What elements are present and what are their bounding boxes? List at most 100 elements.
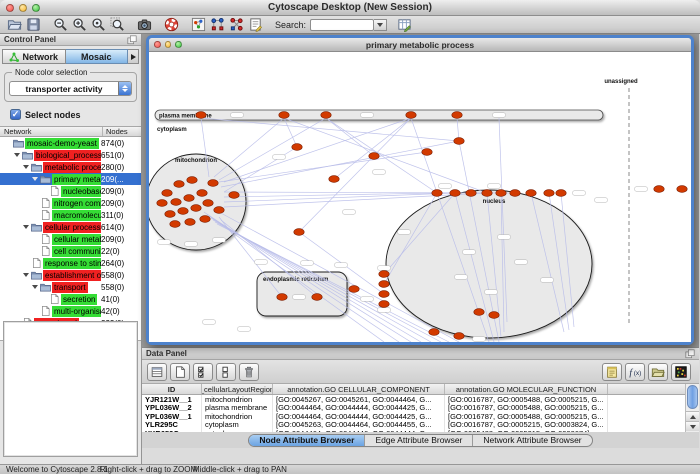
graph-node[interactable]	[292, 144, 302, 151]
layout-nodes-blue-icon[interactable]	[208, 17, 227, 33]
zoom-out-icon[interactable]	[51, 17, 70, 33]
table-column-header[interactable]: ID	[142, 384, 202, 394]
graph-node[interactable]	[174, 181, 184, 188]
table-row[interactable]: YJR121W__1mitochondrion[GO:0045267, GO:0…	[142, 395, 685, 404]
graph-node[interactable]	[379, 271, 389, 278]
tree-row[interactable]: response to stimulu264(0)	[0, 257, 141, 269]
layout-nodes-red-icon[interactable]	[227, 17, 246, 33]
select-nodes-checkbox[interactable]: ✓	[10, 109, 21, 120]
graph-node[interactable]	[312, 294, 322, 301]
scroll-down-icon[interactable]	[686, 421, 699, 431]
graph-node[interactable]	[474, 309, 484, 316]
graph-node[interactable]	[229, 192, 239, 199]
close-button[interactable]	[6, 4, 14, 12]
search-dropdown-button[interactable]	[374, 19, 387, 31]
graph-node[interactable]	[379, 281, 389, 288]
graph-node[interactable]	[208, 180, 218, 187]
graph-node[interactable]	[178, 208, 188, 215]
graph-node[interactable]	[422, 149, 432, 156]
zoom-in-icon[interactable]	[70, 17, 89, 33]
graph-node[interactable]	[496, 190, 506, 197]
graph-node[interactable]	[170, 221, 180, 228]
expander-triangle-icon[interactable]	[22, 273, 30, 277]
snapshot-camera-icon[interactable]	[135, 17, 154, 33]
graph-node[interactable]	[369, 153, 379, 160]
graph-node[interactable]	[677, 186, 687, 193]
table-column-header[interactable]: annotation.GO MOLECULAR_FUNCTION	[445, 384, 608, 394]
tree-row[interactable]: biological_process651(0)	[0, 149, 141, 161]
graph-node[interactable]	[654, 186, 664, 193]
tree-row[interactable]: secretion41(0)	[0, 293, 141, 305]
maximize-button[interactable]	[32, 4, 40, 12]
graph-node[interactable]	[349, 286, 359, 293]
graph-node[interactable]	[526, 190, 536, 197]
graph-node[interactable]	[171, 199, 181, 206]
expander-triangle-icon[interactable]	[31, 285, 39, 289]
expander-triangle-icon[interactable]	[31, 177, 39, 181]
graph-node[interactable]	[556, 190, 566, 197]
graph-node[interactable]	[406, 112, 416, 119]
tree-row[interactable]: transport558(0)	[0, 281, 141, 293]
network-overview-icon[interactable]	[189, 17, 208, 33]
tree-row[interactable]: macromolecule311(0)	[0, 209, 141, 221]
graph-node[interactable]	[165, 211, 175, 218]
table-cell[interactable]: cytoplasm	[202, 429, 273, 432]
graph-node[interactable]	[482, 190, 492, 197]
table-cell[interactable]: YKR052C	[142, 429, 202, 432]
graph-node[interactable]	[203, 200, 213, 207]
import-attributes-icon[interactable]	[648, 363, 668, 381]
expander-triangle-icon[interactable]	[22, 225, 30, 229]
network-window-minimize-button[interactable]	[165, 41, 172, 48]
graph-node[interactable]	[329, 176, 339, 183]
annotation-notes-icon[interactable]	[602, 363, 622, 381]
table-row[interactable]: YPL036W__2plasma membrane[GO:0044464, GO…	[142, 404, 685, 413]
tree-row[interactable]: mosaic-demo-yeast874(0)	[0, 137, 141, 149]
graph-node[interactable]	[379, 291, 389, 298]
graph-node[interactable]	[157, 200, 167, 207]
graph-node[interactable]	[489, 312, 499, 319]
table-column-header[interactable]: _cellularLayoutRegion	[202, 384, 273, 394]
save-session-icon[interactable]	[24, 17, 43, 33]
graph-node[interactable]	[432, 190, 442, 197]
zoom-selected-region-icon[interactable]	[108, 17, 127, 33]
graph-node[interactable]	[544, 190, 554, 197]
graph-node[interactable]	[196, 112, 206, 119]
graph-node[interactable]	[450, 190, 460, 197]
birds-eye-view-panel[interactable]	[3, 321, 138, 457]
network-window-title-bar[interactable]: primary metabolic process	[149, 38, 691, 52]
attribute-editor-icon[interactable]	[395, 17, 414, 33]
graph-node[interactable]	[279, 112, 289, 119]
tree-row[interactable]: establishment of lo558(0)	[0, 269, 141, 281]
tree-row[interactable]: nitrogen compo209(0)	[0, 197, 141, 209]
tab-edge-attribute-browser[interactable]: Edge Attribute Browser	[365, 435, 473, 446]
matrix-view-icon[interactable]	[671, 363, 691, 381]
network-window-close-button[interactable]	[154, 41, 161, 48]
graph-node[interactable]	[510, 190, 520, 197]
tree-row[interactable]: cellular process614(0)	[0, 221, 141, 233]
delete-attribute-icon[interactable]	[239, 363, 259, 381]
select-attributes-icon[interactable]	[193, 363, 213, 381]
zoom-fit-icon[interactable]	[89, 17, 108, 33]
tab-mosaic[interactable]: Mosaic	[66, 49, 129, 64]
tree-header-nodes[interactable]: Nodes	[103, 127, 141, 136]
tree-row[interactable]: primary metabo209(...	[0, 173, 141, 185]
unselect-attributes-icon[interactable]	[216, 363, 236, 381]
graph-node[interactable]	[294, 229, 304, 236]
tree-row[interactable]: multi-organism pro42(0)	[0, 305, 141, 317]
help-lifesaver-icon[interactable]	[162, 17, 181, 33]
table-row[interactable]: YLR295Ccytoplasm[GO:0045263, GO:0044464,…	[142, 421, 685, 430]
network-window-maximize-button[interactable]	[175, 41, 182, 48]
node-color-select[interactable]: transporter activity	[9, 81, 132, 96]
new-attribute-icon[interactable]	[170, 363, 190, 381]
graph-node[interactable]	[200, 216, 210, 223]
graph-node[interactable]	[429, 329, 439, 336]
tab-node-attribute-browser[interactable]: Node Attribute Browser	[249, 435, 365, 446]
network-canvas[interactable]: plasma membranecytoplasmmitochondrionnuc…	[149, 52, 691, 342]
expander-triangle-icon[interactable]	[13, 153, 21, 157]
graph-node[interactable]	[191, 205, 201, 212]
open-file-icon[interactable]	[5, 17, 24, 33]
graph-node[interactable]	[454, 138, 464, 145]
scroll-up-icon[interactable]	[686, 411, 699, 421]
graph-node[interactable]	[466, 190, 476, 197]
function-builder-icon[interactable]: f(x)	[625, 363, 645, 381]
